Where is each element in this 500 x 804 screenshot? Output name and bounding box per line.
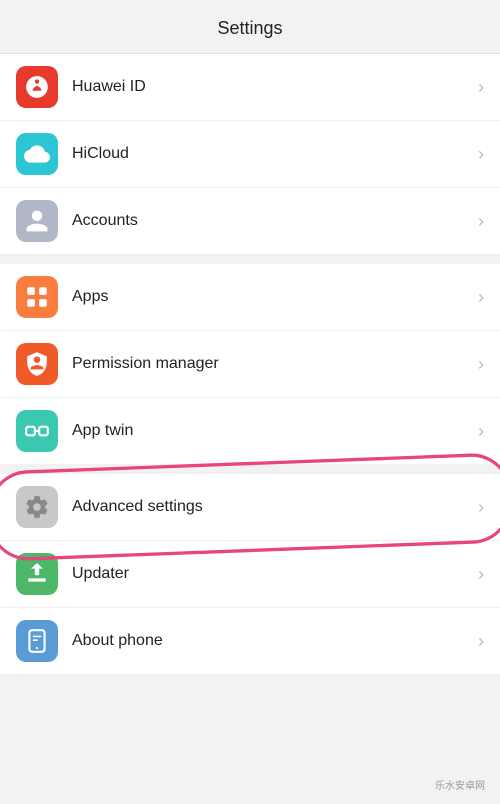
permission-manager-item[interactable]: Permission manager › (0, 331, 500, 398)
permission-icon-wrap (16, 343, 58, 385)
apps-section: Apps › Permission manager › App twin › (0, 264, 500, 464)
accounts-icon-wrap (16, 200, 58, 242)
huawei-id-label: Huawei ID (72, 78, 470, 96)
apptwin-icon (24, 418, 50, 444)
apps-label: Apps (72, 288, 470, 306)
apps-item[interactable]: Apps › (0, 264, 500, 331)
hicloud-label: HiCloud (72, 145, 470, 163)
huawei-chevron: › (478, 77, 484, 98)
accounts-section: Huawei ID › HiCloud › Accounts › (0, 54, 500, 254)
advanced-icon-wrap (16, 486, 58, 528)
hicloud-chevron: › (478, 144, 484, 165)
about-phone-icon (24, 628, 50, 654)
advanced-section: Advanced settings › Updater › About phon… (0, 474, 500, 674)
updater-icon-wrap (16, 553, 58, 595)
aboutphone-icon-wrap (16, 620, 58, 662)
hicloud-icon (24, 141, 50, 167)
permission-icon (24, 351, 50, 377)
updater-chevron: › (478, 564, 484, 585)
updater-item[interactable]: Updater › (0, 541, 500, 608)
page-header: Settings (0, 0, 500, 54)
apps-icon-wrap (16, 276, 58, 318)
updater-label: Updater (72, 565, 470, 583)
huawei-icon (24, 74, 50, 100)
advanced-settings-label: Advanced settings (72, 498, 470, 516)
accounts-label: Accounts (72, 212, 470, 230)
accounts-icon (24, 208, 50, 234)
advanced-settings-icon (24, 494, 50, 520)
accounts-item[interactable]: Accounts › (0, 188, 500, 254)
apptwin-icon-wrap (16, 410, 58, 452)
watermark: 乐水安卓网 (420, 764, 500, 804)
huawei-icon-wrap (16, 66, 58, 108)
hicloud-item[interactable]: HiCloud › (0, 121, 500, 188)
permission-manager-label: Permission manager (72, 355, 470, 373)
aboutphone-chevron: › (478, 631, 484, 652)
page-title: Settings (217, 18, 282, 38)
permission-chevron: › (478, 354, 484, 375)
apps-chevron: › (478, 287, 484, 308)
advanced-chevron: › (478, 497, 484, 518)
huawei-id-item[interactable]: Huawei ID › (0, 54, 500, 121)
accounts-chevron: › (478, 211, 484, 232)
hicloud-icon-wrap (16, 133, 58, 175)
updater-icon (24, 561, 50, 587)
apps-icon (24, 284, 50, 310)
about-phone-item[interactable]: About phone › (0, 608, 500, 674)
app-twin-item[interactable]: App twin › (0, 398, 500, 464)
apptwin-chevron: › (478, 421, 484, 442)
about-phone-label: About phone (72, 632, 470, 650)
app-twin-label: App twin (72, 422, 470, 440)
advanced-settings-item[interactable]: Advanced settings › (0, 474, 500, 541)
